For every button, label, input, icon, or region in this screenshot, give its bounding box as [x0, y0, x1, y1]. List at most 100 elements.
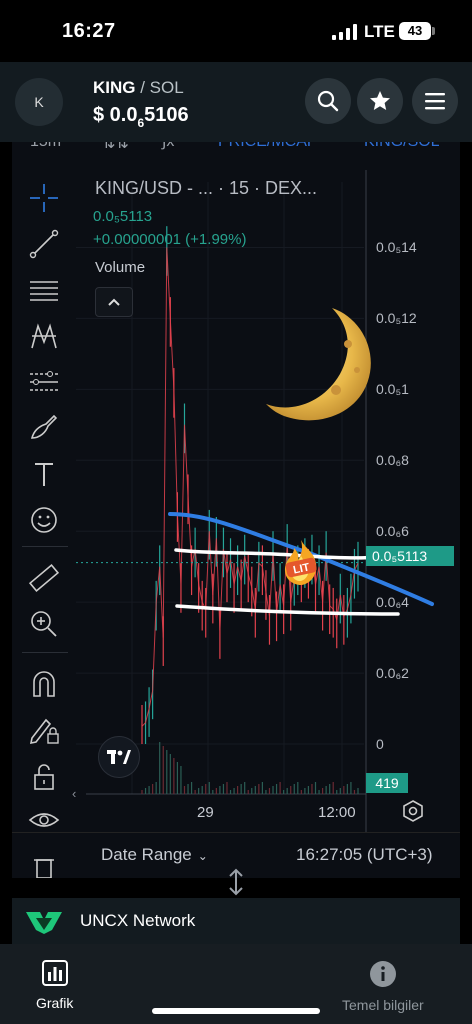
zoom-tool[interactable] — [28, 608, 60, 640]
volume-bar — [314, 782, 317, 794]
text-tool[interactable] — [28, 458, 60, 490]
volume-bar — [222, 784, 225, 794]
uncx-name: UNCX Network — [80, 911, 196, 930]
zoom-in-icon — [31, 611, 57, 637]
tab-grafik[interactable]: Grafik — [36, 960, 73, 1011]
volume-bar — [159, 742, 161, 794]
x-tick-label: 12:00 — [318, 804, 356, 821]
favorite-button[interactable] — [357, 78, 403, 124]
chevron-down-icon: ⌄ — [197, 849, 208, 863]
tab-grafik-label: Grafik — [36, 995, 74, 1011]
tradingview-icon — [107, 750, 131, 764]
volume-bar — [258, 784, 260, 794]
ruler-tool[interactable] — [28, 562, 60, 594]
uncx-logo-icon — [26, 912, 62, 934]
volume-bar — [311, 784, 313, 794]
fib-tool[interactable] — [28, 274, 60, 306]
volume-bar — [176, 762, 179, 794]
pencil-lock-icon — [29, 718, 59, 745]
volume-bar — [162, 746, 164, 794]
app-header: K KING / SOL $ 0.065106 — [0, 62, 472, 142]
search-button[interactable] — [305, 78, 351, 124]
smiley-icon — [31, 507, 57, 533]
pair-name: KING / SOL — [93, 78, 184, 98]
volume-tag: 419 — [366, 773, 408, 793]
collapse-toolbar-icon[interactable]: ‹ — [72, 786, 76, 801]
status-time: 16:27 — [62, 20, 116, 42]
volume-bar — [190, 782, 193, 794]
volume-bar — [247, 790, 249, 794]
volume-bar — [268, 788, 271, 794]
price-prefix: $ 0.0 — [93, 104, 138, 126]
volume-bar — [198, 788, 200, 794]
menu-button[interactable] — [412, 78, 458, 124]
trendline-tool[interactable] — [28, 228, 60, 260]
resize-handle-icon[interactable] — [224, 868, 248, 896]
volume-bar — [226, 782, 228, 794]
volume-bar — [339, 788, 341, 794]
uncx-row[interactable]: UNCX Network — [12, 898, 460, 944]
magnet-tool[interactable] — [28, 668, 60, 700]
magnet-icon — [33, 671, 55, 697]
pair-base: KING — [93, 78, 136, 97]
volume-bar — [304, 788, 306, 794]
brush-tool[interactable] — [28, 412, 60, 444]
trendline-icon — [29, 229, 59, 259]
y-tick-label: 0.0₅1 — [376, 381, 409, 398]
volume-bar — [254, 786, 256, 794]
battery-icon: 43 — [399, 22, 431, 40]
collapse-legend-button[interactable] — [95, 287, 133, 317]
date-range-button[interactable]: Date Range ⌄ — [101, 845, 208, 865]
volume-bar — [208, 782, 210, 794]
volume-bar — [336, 790, 338, 794]
horizontal-lines-icon — [30, 281, 58, 301]
toolbar-divider — [22, 546, 68, 547]
fire-lit-sticker: LIT — [284, 540, 317, 585]
volume-bar — [283, 790, 285, 794]
volume-bar — [297, 782, 299, 794]
crosshair-tool[interactable] — [28, 182, 60, 214]
volume-bar — [321, 788, 324, 794]
volume-bar — [141, 790, 143, 794]
y-tick-label: 0.0₆2 — [376, 665, 409, 682]
emoji-tool[interactable] — [28, 504, 60, 536]
ruler-icon — [28, 564, 60, 592]
volume-bar — [357, 788, 359, 794]
home-indicator — [152, 1008, 320, 1014]
volume-bar — [152, 784, 154, 794]
volume-bar — [244, 782, 246, 794]
volume-bar — [219, 786, 221, 794]
tradingview-logo[interactable] — [98, 736, 140, 778]
volume-bar — [318, 790, 320, 794]
prediction-tool[interactable] — [28, 366, 60, 398]
lock-drawing-tool[interactable] — [28, 714, 60, 746]
chart-settings-icon[interactable] — [402, 800, 424, 822]
status-bar: 16:27 LTE 43 — [0, 0, 472, 62]
tab-temel-bilgiler-label: Temel bilgiler — [342, 997, 424, 1013]
y-tick-label: 0.0₆4 — [376, 594, 409, 611]
volume-bar — [265, 790, 267, 794]
battery-cap — [432, 27, 435, 35]
y-tick-label: 0 — [376, 736, 384, 752]
volume-bar — [148, 786, 150, 794]
volume-legend: Volume — [95, 259, 146, 276]
text-icon — [35, 463, 53, 486]
volume-bar — [187, 784, 189, 794]
volume-bar — [275, 784, 278, 794]
chart-current-value: 0.0₅5113 — [93, 208, 153, 225]
unlock-tool[interactable] — [28, 760, 60, 792]
volume-bar — [293, 784, 295, 794]
price-rest: 5106 — [144, 104, 189, 126]
hamburger-icon — [425, 93, 445, 110]
crescent-moon-sticker — [266, 308, 371, 421]
volume-bar — [205, 784, 207, 794]
volume-bar — [166, 750, 168, 794]
pattern-tool[interactable] — [28, 320, 60, 352]
volume-bar — [350, 782, 352, 794]
y-tick-label: 0.0₆6 — [376, 523, 409, 540]
y-tick-label: 0.0₅12 — [376, 310, 417, 327]
tab-temel-bilgiler[interactable]: Temel bilgiler — [342, 960, 424, 1013]
token-avatar[interactable]: K — [15, 78, 63, 126]
volume-bar — [343, 786, 345, 794]
volume-bar — [279, 782, 281, 794]
